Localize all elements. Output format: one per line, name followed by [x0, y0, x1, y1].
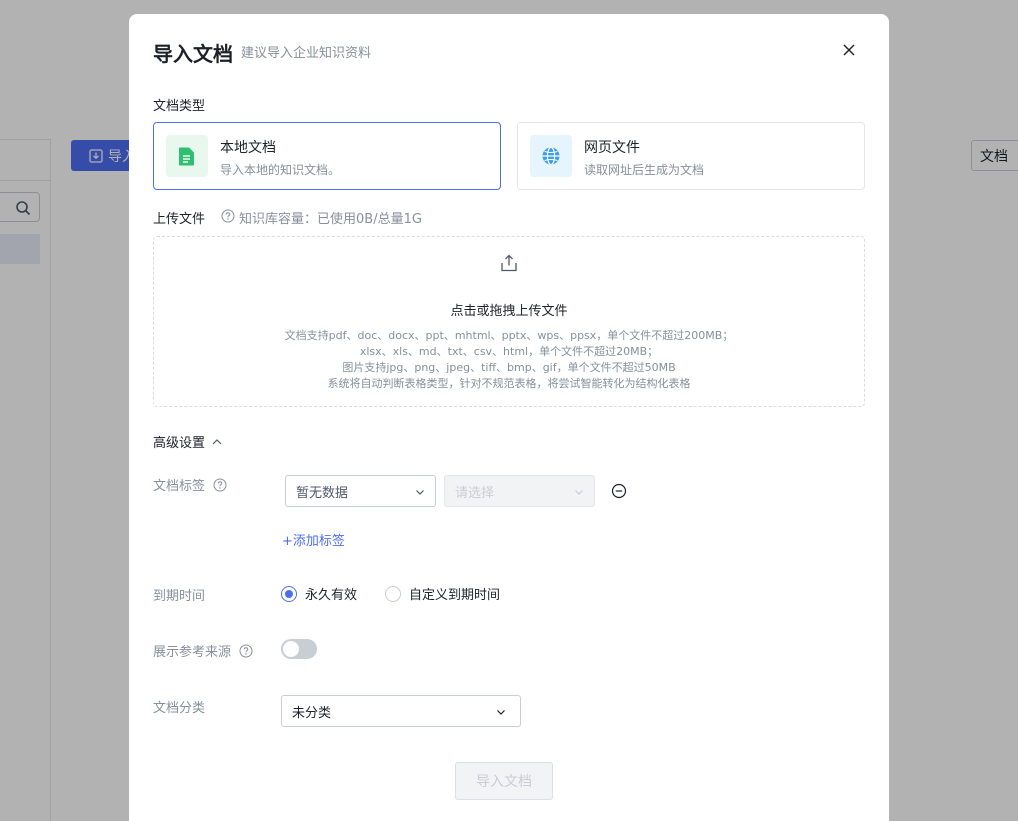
web-file-title: 网页文件 — [584, 140, 640, 156]
local-doc-desc: 导入本地的知识文档。 — [220, 163, 341, 177]
file-doc-icon — [179, 147, 194, 166]
doc-type-label: 文档类型 — [153, 99, 206, 114]
expiry-custom-label: 自定义到期时间 — [409, 588, 501, 603]
import-doc-submit-button[interactable]: 导入文档 — [455, 762, 553, 800]
chevron-down-icon — [497, 710, 505, 715]
upload-hint-line: xlsx、xls、md、txt、csv、html，单个文件不超过20MB； — [359, 345, 659, 358]
upload-hint-line: 图片支持jpg、png、jpeg、tiff、bmp、gif，单个文件不超过50M… — [342, 361, 676, 374]
help-icon[interactable] — [239, 644, 253, 658]
import-doc-modal: 导入文档 建议导入企业知识资料 文档类型 本地文档 导入本地的知识文档。 网页文… — [129, 14, 889, 821]
upload-hint-line: 系统将自动判断表格类型，针对不规范表格，将尝试智能转化为结构化表格 — [327, 377, 691, 390]
advanced-settings-label: 高级设置 — [153, 436, 206, 451]
switch-knob — [283, 641, 299, 657]
add-tag-link[interactable]: +添加标签 — [282, 530, 345, 549]
tag-name-select-value: 暂无数据 — [296, 485, 349, 501]
close-icon[interactable] — [841, 42, 857, 58]
doc-tags-label: 文档标签 — [153, 479, 206, 494]
chevron-down-icon — [416, 490, 424, 495]
category-select-value: 未分类 — [292, 705, 332, 721]
expiry-label: 到期时间 — [153, 589, 206, 604]
web-file-desc: 读取网址后生成为文档 — [584, 163, 705, 177]
doc-tags-label-row: 文档标签 — [153, 475, 227, 494]
modal-subtitle: 建议导入企业知识资料 — [241, 46, 372, 61]
help-icon[interactable] — [221, 209, 235, 223]
remove-tag-icon[interactable] — [611, 483, 627, 499]
globe-icon — [542, 146, 560, 166]
upload-hint-line: 文档支持pdf、doc、docx、ppt、mhtml、pptx、wps、ppsx… — [284, 329, 734, 342]
show-source-label-row: 展示参考来源 — [153, 641, 253, 660]
local-doc-icon-box — [166, 135, 208, 177]
tag-name-select[interactable]: 暂无数据 — [285, 475, 436, 507]
modal-title: 导入文档 — [153, 42, 233, 66]
expiry-permanent-label: 永久有效 — [305, 588, 358, 603]
capacity-text: 知识库容量：已使用0B/总量1G — [239, 212, 422, 227]
advanced-settings-toggle[interactable]: 高级设置 — [153, 432, 223, 451]
expiry-custom-radio[interactable]: 自定义到期时间 — [385, 584, 500, 603]
radio-dot — [385, 585, 401, 602]
upload-icon — [501, 254, 517, 272]
web-file-icon-box — [530, 135, 572, 177]
chevron-down-icon — [575, 490, 583, 495]
show-source-switch[interactable] — [281, 639, 317, 659]
category-label: 文档分类 — [153, 701, 206, 716]
help-icon[interactable] — [213, 478, 227, 492]
expiry-permanent-radio[interactable]: 永久有效 — [281, 584, 357, 603]
doc-type-web-card[interactable]: 网页文件 读取网址后生成为文档 — [517, 122, 865, 190]
chevron-up-icon — [212, 438, 222, 444]
category-select[interactable]: 未分类 — [281, 695, 521, 727]
tag-value-placeholder: 请选择 — [455, 485, 495, 501]
upload-dropzone[interactable]: 点击或拖拽上传文件 文档支持pdf、doc、docx、ppt、mhtml、ppt… — [153, 236, 865, 407]
radio-dot — [281, 585, 297, 602]
upload-label: 上传文件 — [153, 212, 206, 227]
upload-main-text: 点击或拖拽上传文件 — [450, 304, 568, 319]
show-source-label: 展示参考来源 — [153, 645, 232, 660]
tag-value-select[interactable]: 请选择 — [444, 475, 595, 507]
local-doc-title: 本地文档 — [220, 140, 276, 156]
doc-type-local-card[interactable]: 本地文档 导入本地的知识文档。 — [153, 122, 501, 190]
